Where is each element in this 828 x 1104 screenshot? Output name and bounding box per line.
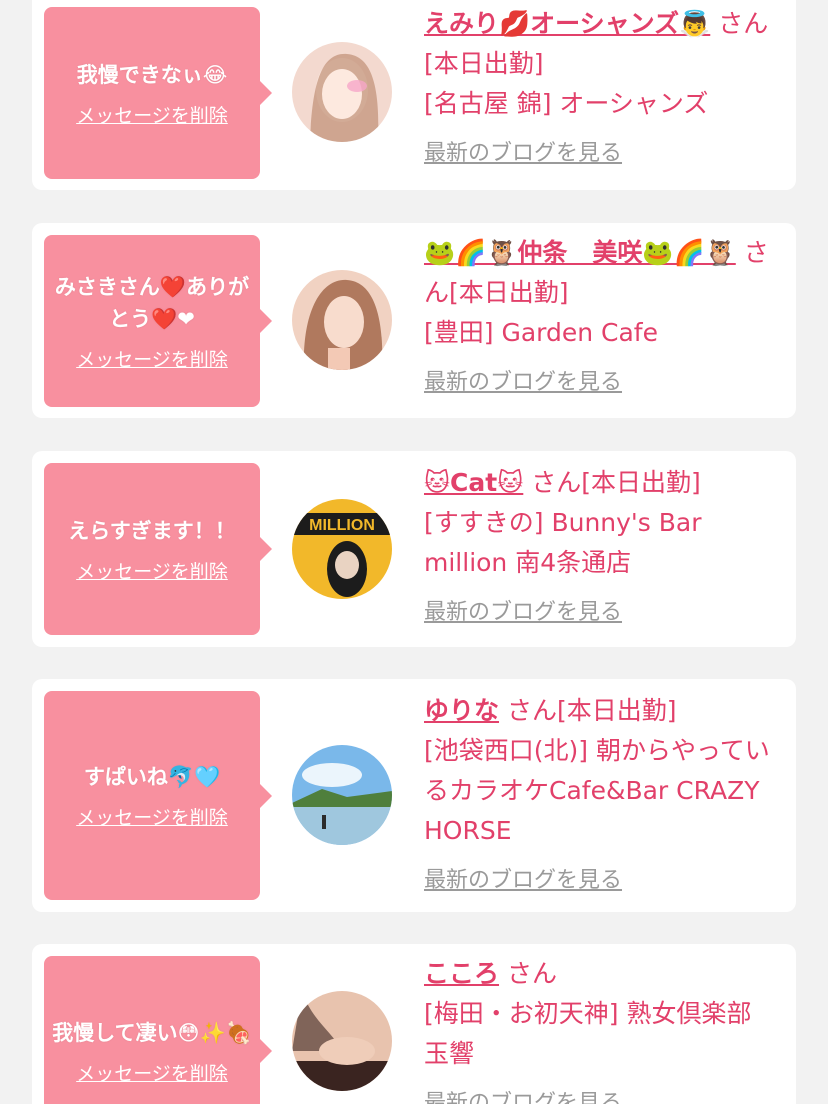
- avatar[interactable]: [292, 745, 392, 845]
- cast-info: ゆりな さん[本日出勤] [池袋西口(北)] 朝からやっているカラオケCafe&…: [424, 691, 784, 901]
- message-list: 我慢できなぃ😂 メッセージを削除 えみり💋オーシャンズ👼 さん[本日出勤] [名…: [0, 0, 828, 1104]
- shop-location: [すすきの] Bunny's Bar million 南4条通店: [424, 508, 702, 577]
- shop-location: [梅田・お初天神] 熟女倶楽部 玉響: [424, 999, 752, 1068]
- avatar[interactable]: [292, 270, 392, 370]
- shop-location: [池袋西口(北)] 朝からやっているカラオケCafe&Bar CRAZY HOR…: [424, 736, 770, 845]
- message-card: 我慢できなぃ😂 メッセージを削除 えみり💋オーシャンズ👼 さん[本日出勤] [名…: [32, 0, 796, 190]
- shop-location: [豊田] Garden Cafe: [424, 318, 658, 347]
- shop-location: [名古屋 錦] オーシャンズ: [424, 89, 709, 118]
- latest-blog-link[interactable]: 最新のブログを見る: [424, 861, 784, 901]
- message-card: 我慢して凄い😳✨🍖 メッセージを削除 こころ さん [梅田・お初天神] 熟女倶楽…: [32, 944, 796, 1104]
- message-text: 我慢して凄い😳✨🍖: [52, 1020, 252, 1045]
- cast-status: さん: [506, 959, 557, 988]
- cast-info: 🐱Cat🐱 さん[本日出勤] [すすきの] Bunny's Bar millio…: [424, 463, 784, 633]
- message-text: みさきさん❤️ありがとう❤️❤: [54, 274, 250, 331]
- cast-status: さん[本日出勤]: [531, 468, 701, 497]
- cast-info: えみり💋オーシャンズ👼 さん[本日出勤] [名古屋 錦] オーシャンズ 最新のブ…: [424, 4, 784, 174]
- cast-status: さん[本日出勤]: [506, 696, 677, 725]
- message-bubble: 我慢できなぃ😂 メッセージを削除: [44, 7, 272, 179]
- message-card: すぱいね🐬🩵 メッセージを削除 ゆりな さん[本日出勤] [池袋西口(北)] 朝…: [32, 679, 796, 912]
- message-card: みさきさん❤️ありがとう❤️❤ メッセージを削除 🐸🌈🦉仲条 美咲🐸🌈🦉 さん[…: [32, 223, 796, 418]
- latest-blog-link[interactable]: 最新のブログを見る: [424, 134, 784, 174]
- svg-text:MILLION: MILLION: [309, 517, 375, 534]
- cast-name-link[interactable]: 🐱Cat🐱: [424, 468, 523, 497]
- message-text: えらすぎます！！: [68, 518, 236, 543]
- avatar[interactable]: MILLION: [292, 499, 392, 599]
- delete-message-link[interactable]: メッセージを削除: [76, 345, 228, 372]
- latest-blog-link[interactable]: 最新のブログを見る: [424, 363, 784, 403]
- latest-blog-link[interactable]: 最新のブログを見る: [424, 593, 784, 633]
- message-bubble: えらすぎます！！ メッセージを削除: [44, 463, 272, 635]
- cast-name-link[interactable]: ゆりな: [424, 696, 499, 725]
- delete-message-link[interactable]: メッセージを削除: [76, 803, 228, 830]
- message-bubble: すぱいね🐬🩵 メッセージを削除: [44, 691, 272, 900]
- latest-blog-link[interactable]: 最新のブログを見る: [424, 1084, 784, 1104]
- cast-name-link[interactable]: 🐸🌈🦉仲条 美咲🐸🌈🦉: [424, 238, 736, 267]
- message-text: すぱいね🐬🩵: [83, 765, 221, 789]
- delete-message-link[interactable]: メッセージを削除: [76, 557, 228, 584]
- avatar[interactable]: [292, 42, 392, 142]
- delete-message-link[interactable]: メッセージを削除: [76, 1059, 228, 1086]
- cast-info: こころ さん [梅田・お初天神] 熟女倶楽部 玉響 最新のブログを見る: [424, 954, 784, 1104]
- message-bubble: 我慢して凄い😳✨🍖 メッセージを削除: [44, 956, 272, 1104]
- message-bubble: みさきさん❤️ありがとう❤️❤ メッセージを削除: [44, 235, 272, 407]
- delete-message-link[interactable]: メッセージを削除: [76, 101, 228, 128]
- message-card: えらすぎます！！ メッセージを削除 MILLION 🐱Cat🐱 さん[本日出勤]…: [32, 451, 796, 647]
- avatar[interactable]: [292, 991, 392, 1091]
- message-text: 我慢できなぃ😂: [76, 62, 228, 87]
- cast-name-link[interactable]: こころ: [424, 959, 499, 988]
- cast-info: 🐸🌈🦉仲条 美咲🐸🌈🦉 さん[本日出勤] [豊田] Garden Cafe 最新…: [424, 233, 784, 403]
- cast-name-link[interactable]: えみり💋オーシャンズ👼: [424, 9, 710, 38]
